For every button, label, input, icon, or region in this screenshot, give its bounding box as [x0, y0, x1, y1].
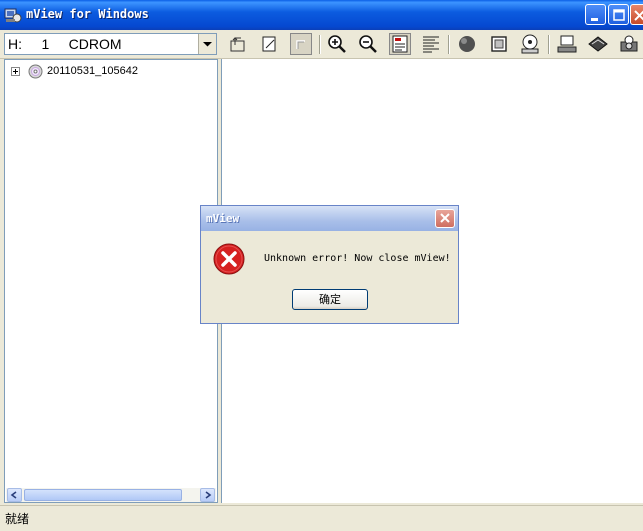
- book-button[interactable]: [587, 33, 609, 55]
- window-titlebar[interactable]: mView for Windows: [0, 0, 643, 30]
- drive-select[interactable]: H: 1 CDROM: [4, 33, 217, 55]
- toolbar-separator: [448, 35, 450, 54]
- error-icon: [213, 243, 245, 275]
- folder-disabled-icon: [296, 40, 305, 49]
- ok-button[interactable]: 确定: [292, 289, 368, 310]
- app-icon: [4, 8, 22, 23]
- copy-page-button[interactable]: [259, 33, 281, 55]
- sphere-button[interactable]: [456, 33, 478, 55]
- camera-button[interactable]: [618, 33, 640, 55]
- scroll-thumb[interactable]: [24, 489, 182, 501]
- properties-button[interactable]: [389, 33, 411, 55]
- chevron-left-icon: [10, 491, 17, 499]
- list-button[interactable]: [420, 33, 442, 55]
- dialog-title: mView: [206, 212, 240, 225]
- frame-button[interactable]: [488, 33, 510, 55]
- disc-drive-icon: [521, 34, 539, 54]
- properties-icon: [392, 35, 408, 53]
- status-bar: 就绪: [0, 505, 643, 531]
- maximize-button[interactable]: [608, 4, 629, 25]
- disc-drive-button[interactable]: [519, 33, 541, 55]
- close-icon: [634, 10, 643, 21]
- computer-icon: [557, 35, 577, 53]
- copy-page-icon: [262, 36, 276, 52]
- horizontal-scrollbar[interactable]: [6, 488, 216, 502]
- book-icon: [588, 36, 608, 52]
- dialog-message: Unknown error! Now close mView!: [264, 253, 451, 264]
- chevron-right-icon: [205, 491, 212, 499]
- camera-icon: [620, 35, 638, 52]
- minimize-button[interactable]: [585, 4, 606, 25]
- zoom-out-icon: [359, 35, 377, 53]
- status-text: 就绪: [5, 512, 30, 526]
- maximize-icon: [613, 9, 625, 21]
- close-icon: [440, 213, 450, 223]
- dialog-titlebar[interactable]: mView: [201, 206, 458, 231]
- dialog-close-button[interactable]: [435, 209, 455, 228]
- toolbar-separator: [548, 35, 550, 54]
- sphere-icon: [459, 36, 475, 52]
- folder-disabled-button[interactable]: [290, 33, 312, 55]
- toolbar-separator: [319, 35, 321, 54]
- drive-select-value: H: 1 CDROM: [8, 36, 122, 52]
- up-folder-button[interactable]: [227, 33, 249, 55]
- list-icon: [423, 36, 439, 53]
- minimize-icon: [591, 18, 598, 21]
- chevron-down-icon: [203, 42, 212, 47]
- close-button[interactable]: [630, 4, 643, 25]
- cd-disc-icon: [28, 64, 43, 79]
- drive-select-arrow[interactable]: [198, 34, 216, 54]
- folder-tree[interactable]: 20110531_105642: [4, 59, 218, 503]
- computer-button[interactable]: [556, 33, 578, 55]
- scroll-left-button[interactable]: [7, 488, 22, 502]
- window-title: mView for Windows: [26, 7, 149, 21]
- tree-item-label: 20110531_105642: [47, 65, 138, 77]
- up-folder-icon: [230, 37, 245, 52]
- zoom-in-button[interactable]: [326, 33, 348, 55]
- scroll-right-button[interactable]: [200, 488, 215, 502]
- zoom-in-icon: [328, 35, 346, 53]
- error-dialog: mView Unknown error! Now close mView! 确定: [200, 205, 459, 324]
- expand-plus-icon[interactable]: [11, 67, 20, 76]
- frame-icon: [491, 36, 507, 52]
- zoom-out-button[interactable]: [357, 33, 379, 55]
